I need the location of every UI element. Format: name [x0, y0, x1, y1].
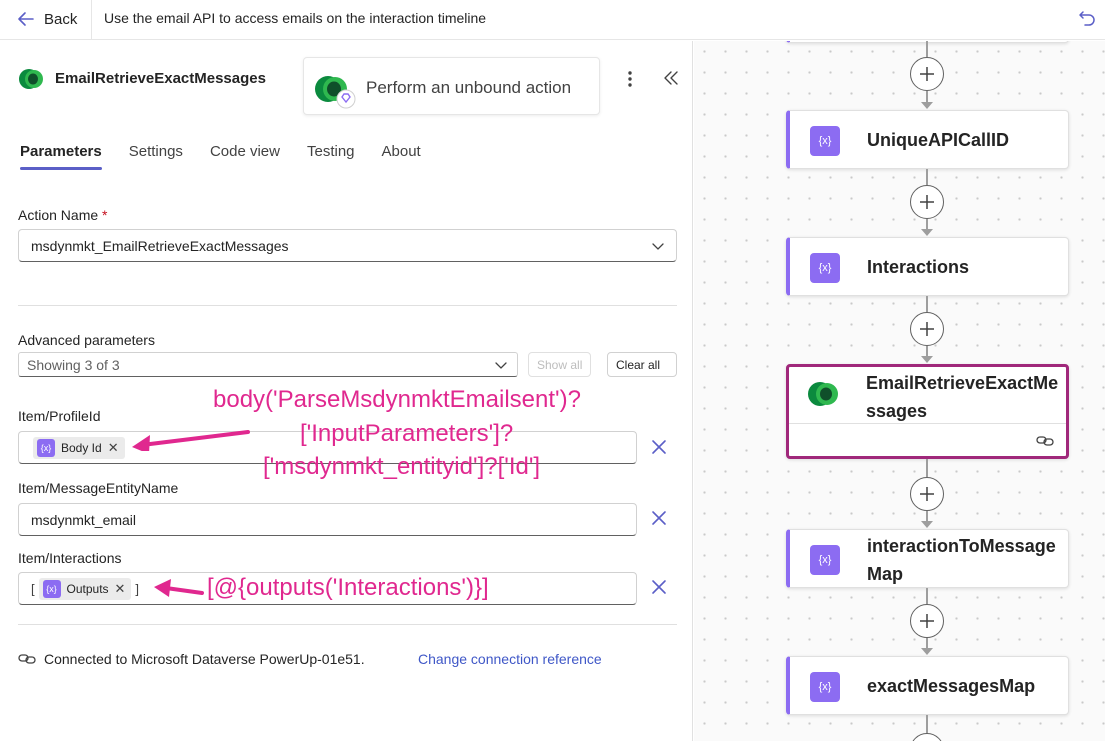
link-icon	[18, 654, 36, 664]
step-label: EmailRetrieveExactMessages	[866, 373, 1059, 421]
flow-step-interactiontomessagemap[interactable]: {x} interactionToMessageMap	[786, 529, 1069, 588]
back-button[interactable]: Back	[8, 6, 85, 32]
open-bracket: [	[31, 581, 35, 597]
compose-icon: {x}	[810, 253, 840, 283]
arrow-down-icon	[921, 229, 933, 236]
flow-title: Use the email API to access emails on th…	[104, 10, 487, 26]
back-label: Back	[44, 10, 78, 28]
body-id-token[interactable]: {x} Body Id ✕	[33, 437, 125, 459]
advanced-parameters-label: Advanced parameters	[18, 332, 155, 348]
flow-step-emailretrieveexactmessages[interactable]: EmailRetrieveExactMessages	[786, 364, 1069, 459]
remove-token-icon[interactable]: ✕	[108, 440, 119, 456]
token-label: Body Id	[61, 441, 102, 455]
add-step-icon[interactable]	[910, 312, 944, 346]
advanced-parameters-dropdown[interactable]: Showing 3 of 3	[18, 352, 518, 377]
perform-unbound-action-card[interactable]: Perform an unbound action	[303, 57, 600, 115]
expression-icon: {x}	[37, 439, 55, 457]
required-marker: *	[102, 207, 108, 223]
action-title: EmailRetrieveExactMessages	[55, 70, 266, 87]
close-bracket: ]	[135, 581, 139, 597]
flow-step-exactmessagesmap[interactable]: {x} exactMessagesMap	[786, 656, 1069, 715]
link-icon	[1036, 436, 1054, 446]
message-entity-label: Item/MessageEntityName	[18, 480, 179, 496]
dataverse-icon	[808, 382, 838, 406]
add-step-icon[interactable]	[910, 733, 944, 741]
action-details-panel: EmailRetrieveExactMessages Perform an un…	[0, 41, 693, 741]
tab-testing[interactable]: Testing	[307, 143, 355, 170]
step-label: exactMessagesMap	[867, 676, 1036, 696]
clear-all-button[interactable]: Clear all	[607, 352, 677, 377]
flow-step-uniqueapicallid[interactable]: {x} UniqueAPICallID	[786, 110, 1069, 169]
expression-icon: {x}	[42, 580, 61, 598]
annotation-arrow	[132, 430, 250, 451]
action-name-label: Action Name *	[18, 207, 108, 223]
annotation-arrow	[154, 579, 204, 597]
step-label: Interactions	[867, 257, 970, 277]
remove-parameter-icon[interactable]	[648, 507, 670, 529]
tab-list: Parameters Settings Code view Testing Ab…	[20, 143, 448, 170]
token-label: Outputs	[66, 582, 109, 596]
add-step-icon[interactable]	[910, 477, 944, 511]
tab-code-view[interactable]: Code view	[210, 143, 280, 170]
action-name-label-text: Action Name	[18, 207, 99, 223]
connection-info: Connected to Microsoft Dataverse PowerUp…	[18, 651, 365, 667]
annotation-profile-line1: body('ParseMsdynmktEmailsent')?	[213, 386, 581, 413]
flow-canvas[interactable]: {x} UniqueAPICallID {x} Interactions Ema…	[694, 41, 1105, 741]
perform-label: Perform an unbound action	[366, 78, 572, 97]
action-name-select[interactable]: msdynmkt_EmailRetrieveExactMessages	[18, 229, 677, 262]
add-step-icon[interactable]	[910, 604, 944, 638]
compose-icon: {x}	[810, 672, 840, 702]
chevron-down-icon	[495, 362, 507, 369]
step-label: interactionToMessageMap	[867, 536, 1056, 584]
message-entity-input[interactable]: msdynmkt_email	[18, 503, 637, 536]
annotation-profile-line2: ['InputParameters']?	[300, 420, 514, 447]
add-step-icon[interactable]	[910, 185, 944, 219]
profile-id-label: Item/ProfileId	[18, 408, 101, 424]
section-divider	[18, 305, 677, 306]
dataverse-icon	[19, 69, 43, 89]
connector-line	[926, 296, 928, 312]
message-entity-value: msdynmkt_email	[31, 512, 137, 528]
annotation-profile-line3: ['msdynmkt_entityid']?['Id']	[263, 453, 541, 480]
step-label: UniqueAPICallID	[867, 130, 1010, 150]
tab-parameters[interactable]: Parameters	[20, 143, 102, 170]
connector-line	[926, 169, 928, 185]
advanced-parameters-value: Showing 3 of 3	[27, 357, 120, 373]
dataverse-premium-icon	[315, 76, 356, 109]
section-divider	[18, 624, 677, 625]
flow-step-interactions[interactable]: {x} Interactions	[786, 237, 1069, 296]
connector-line	[926, 41, 928, 57]
more-options-icon[interactable]	[620, 69, 640, 89]
remove-parameter-icon[interactable]	[648, 576, 670, 598]
remove-parameter-icon[interactable]	[648, 436, 670, 458]
connected-text: Connected to Microsoft Dataverse PowerUp…	[44, 651, 365, 667]
connector-line	[926, 459, 928, 477]
top-bar: Back Use the email API to access emails …	[0, 0, 1105, 40]
compose-icon: {x}	[810, 545, 840, 575]
annotation-interactions: [@{outputs('Interactions')}]	[207, 574, 489, 601]
compose-icon: {x}	[810, 126, 840, 156]
show-all-button[interactable]: Show all	[528, 352, 592, 377]
interactions-label: Item/Interactions	[18, 550, 122, 566]
outputs-token[interactable]: {x} Outputs ✕	[38, 578, 132, 600]
divider	[789, 423, 1066, 424]
arrow-down-icon	[921, 356, 933, 363]
tab-about[interactable]: About	[382, 143, 421, 170]
add-step-icon[interactable]	[910, 57, 944, 91]
arrow-down-icon	[921, 102, 933, 109]
undo-icon[interactable]	[1077, 8, 1097, 28]
tab-settings[interactable]: Settings	[129, 143, 183, 170]
arrow-left-icon	[18, 12, 34, 26]
arrow-down-icon	[921, 521, 933, 528]
action-name-value: msdynmkt_EmailRetrieveExactMessages	[31, 238, 289, 254]
chevron-down-icon	[652, 243, 664, 250]
collapse-panel-icon[interactable]	[660, 67, 682, 89]
connector-line	[926, 588, 928, 604]
change-connection-link[interactable]: Change connection reference	[418, 651, 602, 667]
remove-token-icon[interactable]: ✕	[115, 581, 126, 597]
divider	[91, 0, 92, 40]
arrow-down-icon	[921, 648, 933, 655]
